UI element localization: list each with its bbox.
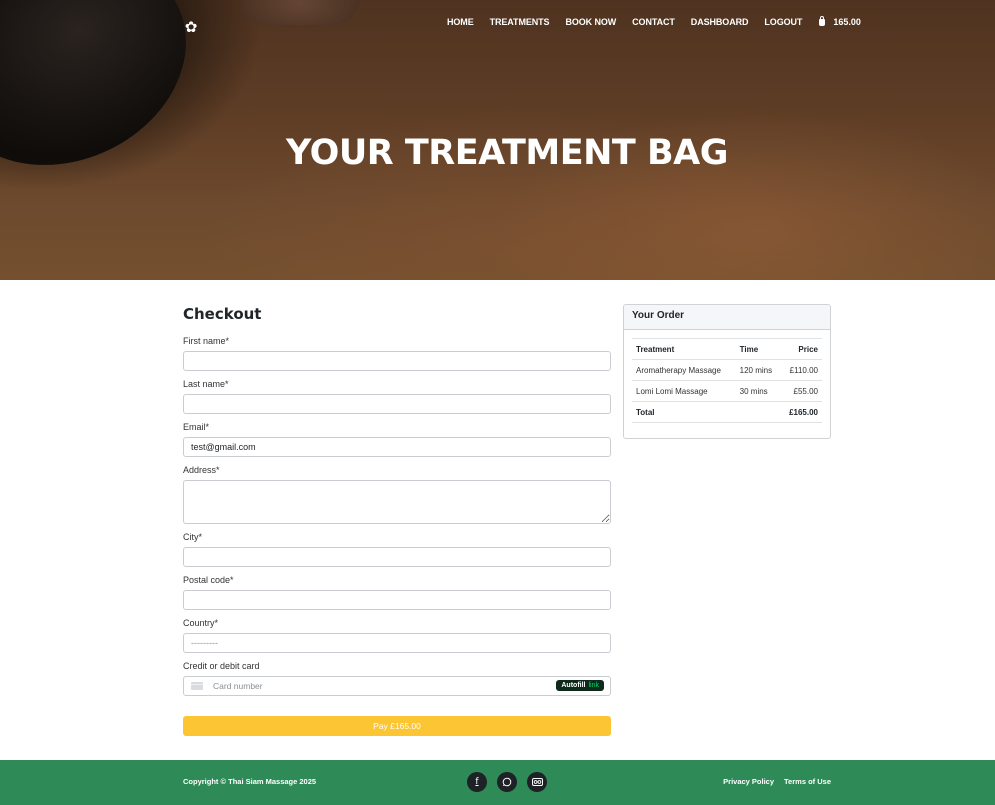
checkout-heading: Checkout <box>183 305 262 323</box>
nav-book-now[interactable]: BOOK NOW <box>565 17 616 27</box>
country-field[interactable] <box>183 633 611 653</box>
tripadvisor-glyph <box>531 778 543 786</box>
treatment-name: Lomi Lomi Massage <box>632 380 736 402</box>
email-field[interactable] <box>183 437 611 457</box>
pay-button[interactable]: Pay £165.00 <box>183 716 611 736</box>
whatsapp-icon[interactable] <box>497 772 517 792</box>
page-title: YOUR TREATMENT BAG <box>286 133 728 173</box>
nav-logout[interactable]: LOGOUT <box>764 17 802 27</box>
table-header-row: Treatment Time Price <box>632 338 822 360</box>
first-name-field[interactable] <box>183 351 611 371</box>
column-header-price: Price <box>780 338 822 360</box>
table-row: Lomi Lomi Massage 30 mins £55.00 <box>632 380 822 402</box>
city-field[interactable] <box>183 547 611 567</box>
email-label: Email* <box>183 422 210 432</box>
nav-contact[interactable]: CONTACT <box>632 17 675 27</box>
city-label: City* <box>183 532 203 542</box>
autofill-label: Autofill <box>561 682 586 689</box>
facebook-icon[interactable]: f <box>467 772 487 792</box>
table-row: Aromatherapy Massage 120 mins £110.00 <box>632 359 822 381</box>
cart-total: 165.00 <box>833 17 861 27</box>
postal-code-label: Postal code* <box>183 575 234 585</box>
copyright-text: Copyright © Thai Siam Massage 2025 <box>183 777 317 786</box>
whatsapp-glyph <box>502 777 512 787</box>
nav-treatments[interactable]: TREATMENTS <box>490 17 550 27</box>
total-value: £165.00 <box>780 401 822 423</box>
terms-of-use-link[interactable]: Terms of Use <box>784 777 831 786</box>
order-table: Treatment Time Price Aromatherapy Massag… <box>632 338 822 423</box>
shopping-bag-icon <box>819 15 826 26</box>
last-name-label: Last name* <box>183 379 229 389</box>
order-title: Your Order <box>624 305 830 330</box>
treatment-price: £110.00 <box>780 359 822 381</box>
privacy-policy-link[interactable]: Privacy Policy <box>723 777 774 786</box>
address-field[interactable] <box>183 480 611 524</box>
last-name-field[interactable] <box>183 394 611 414</box>
card-label: Credit or debit card <box>183 661 260 671</box>
card-number-placeholder: Card number <box>213 681 263 691</box>
total-spacer <box>735 401 781 423</box>
card-number-field[interactable]: Card number Autofill link <box>183 676 611 696</box>
postal-code-field[interactable] <box>183 590 611 610</box>
footer-links: Privacy Policy Terms of Use <box>713 777 831 786</box>
column-header-time: Time <box>735 338 781 360</box>
autofill-link-button[interactable]: Autofill link <box>556 680 604 691</box>
main-nav: HOME TREATMENTS BOOK NOW CONTACT DASHBOA… <box>447 15 861 28</box>
address-label: Address* <box>183 465 220 475</box>
treatment-name: Aromatherapy Massage <box>632 359 736 381</box>
treatment-time: 120 mins <box>735 359 781 381</box>
credit-card-icon <box>191 682 203 690</box>
total-row: Total £165.00 <box>632 401 822 423</box>
order-summary: Your Order Treatment Time Price Aromathe… <box>623 304 831 439</box>
nav-home[interactable]: HOME <box>447 17 474 27</box>
site-footer: Copyright © Thai Siam Massage 2025 f Pri… <box>0 760 995 805</box>
nav-dashboard[interactable]: DASHBOARD <box>691 17 749 27</box>
first-name-label: First name* <box>183 336 230 346</box>
cart-link[interactable]: 165.00 <box>819 15 861 27</box>
treatment-time: 30 mins <box>735 380 781 402</box>
tripadvisor-icon[interactable] <box>527 772 547 792</box>
lotus-flower-icon[interactable]: ✿ <box>183 19 199 35</box>
social-links: f <box>467 772 557 792</box>
country-label: Country* <box>183 618 219 628</box>
hand-image <box>240 0 360 25</box>
column-header-treatment: Treatment <box>632 338 736 360</box>
checkout-form: Checkout First name* Last name* Email* A… <box>183 304 611 736</box>
total-label: Total <box>632 401 736 423</box>
treatment-price: £55.00 <box>780 380 822 402</box>
link-brand-label: link <box>588 682 599 689</box>
hero-banner: ✿ HOME TREATMENTS BOOK NOW CONTACT DASHB… <box>0 0 995 280</box>
